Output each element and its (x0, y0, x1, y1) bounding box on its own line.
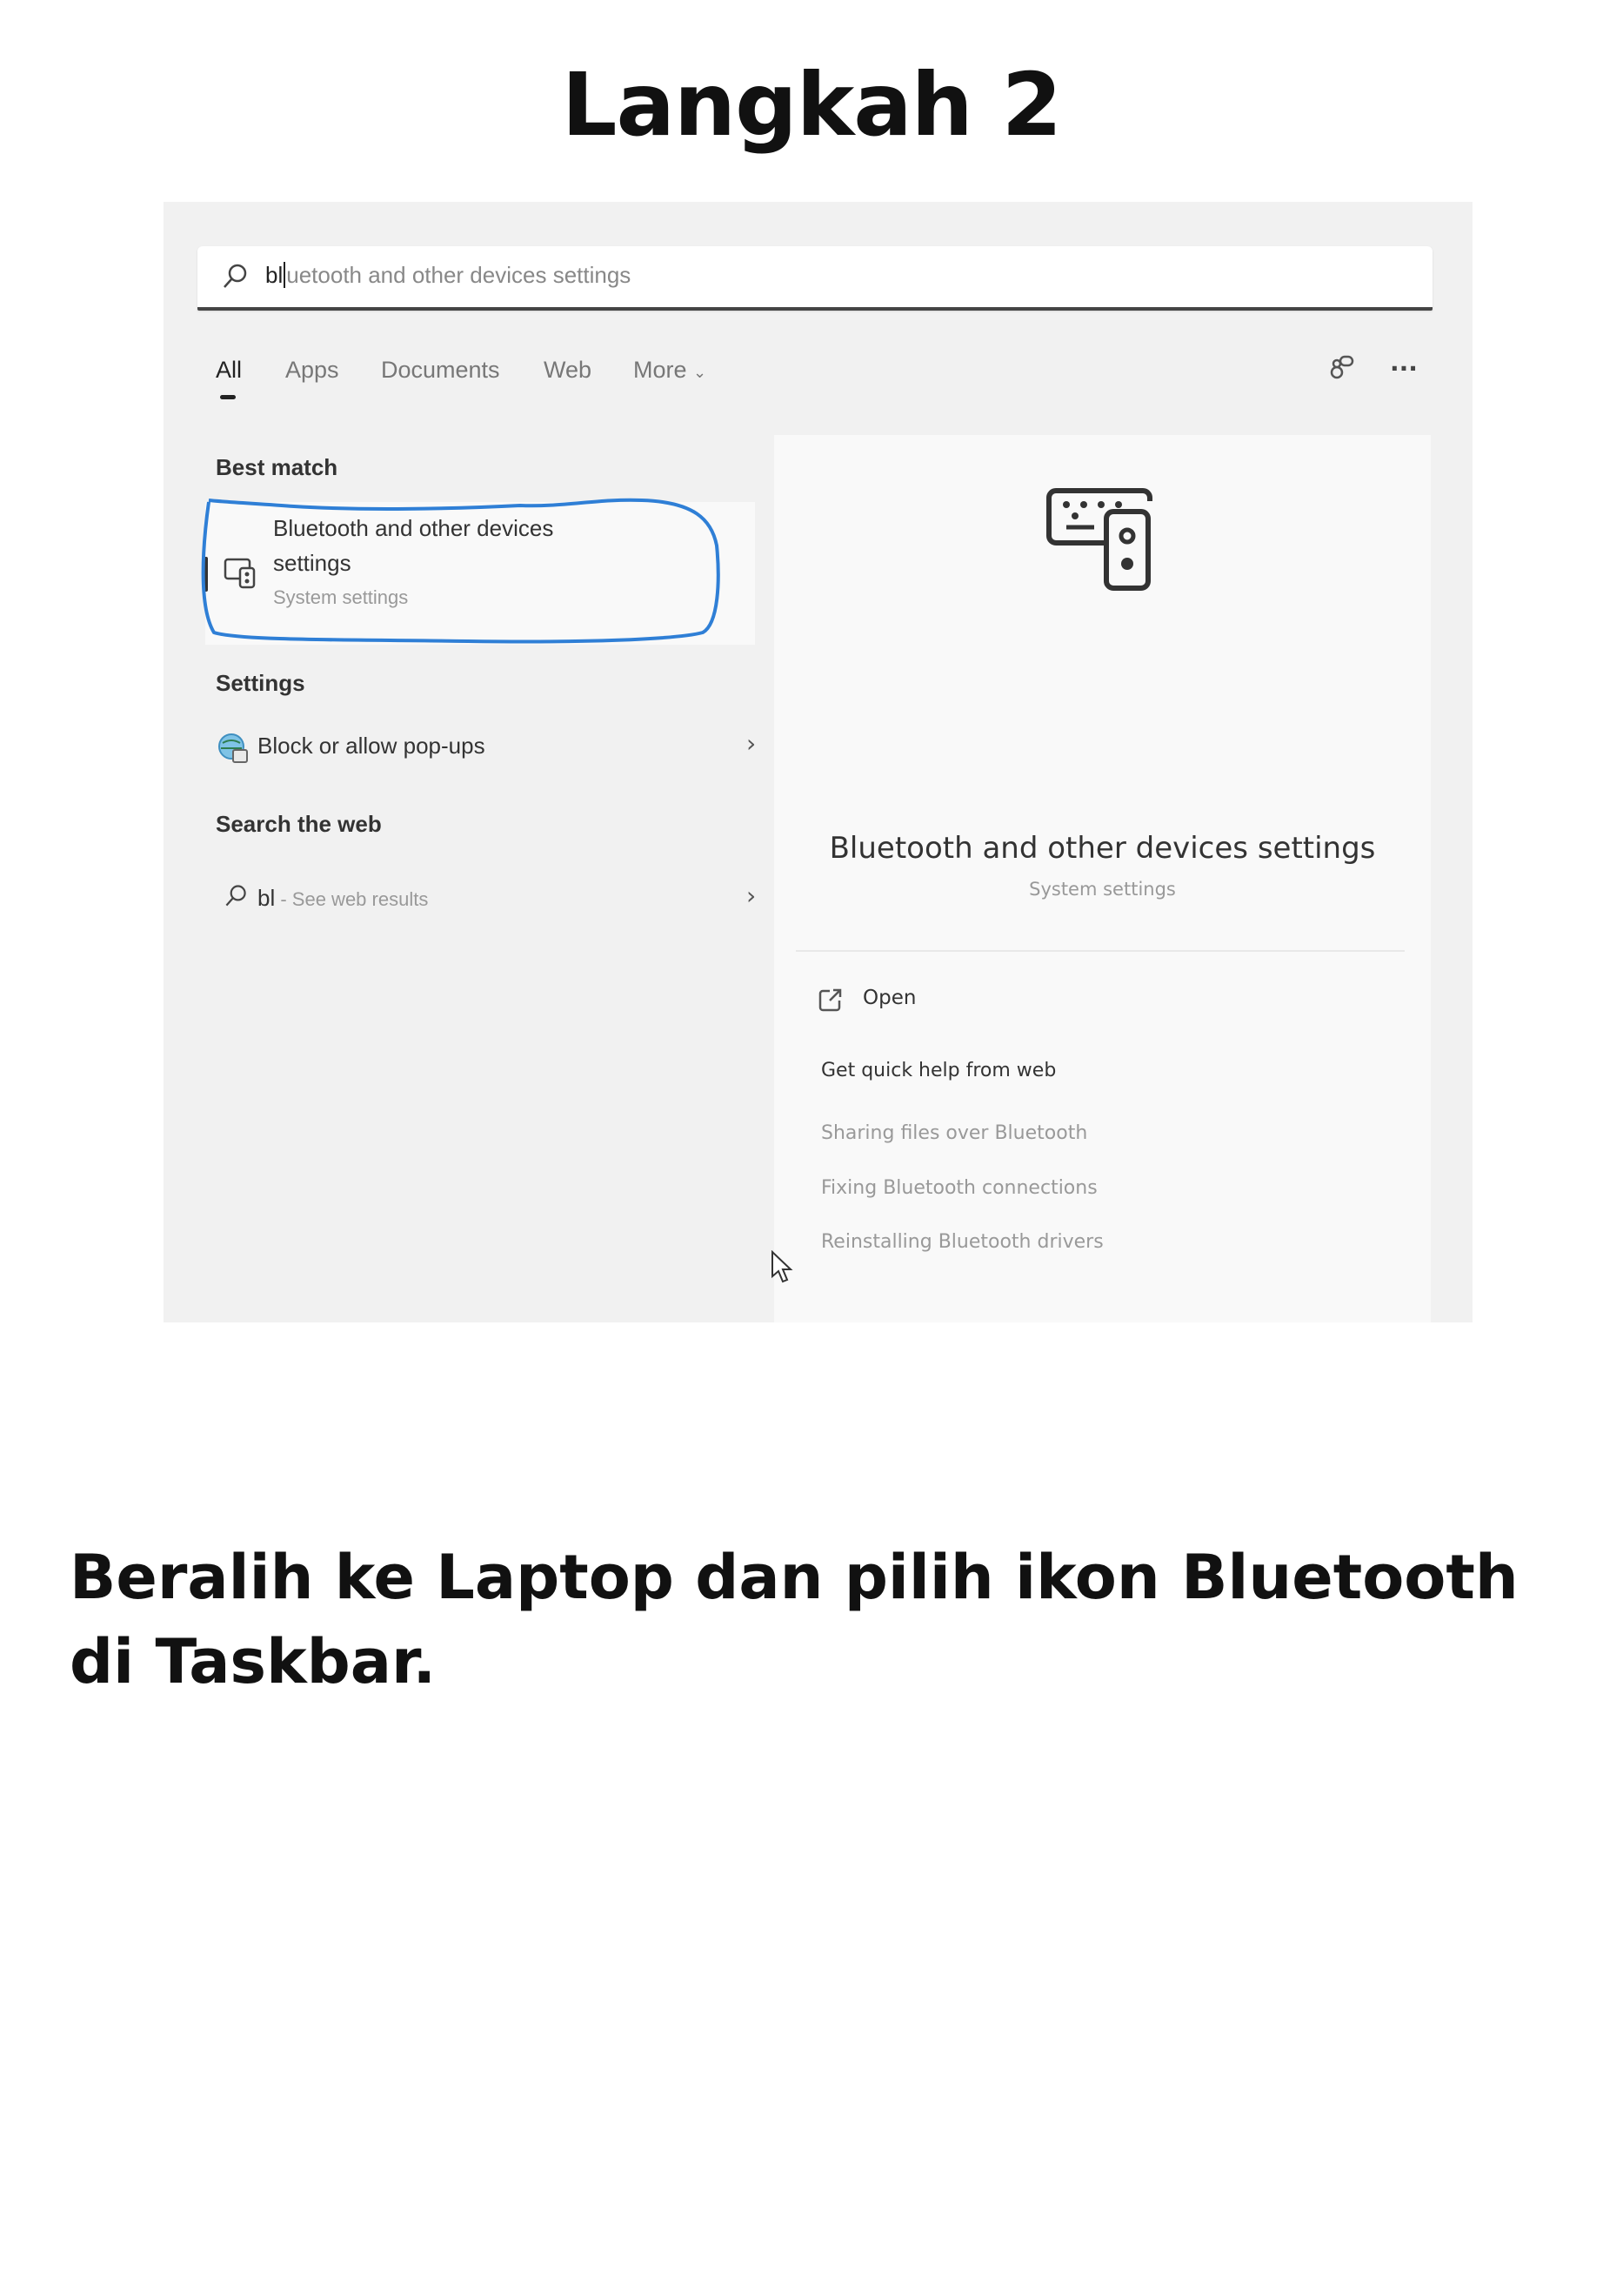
search-icon (225, 885, 246, 907)
share-icon[interactable] (1326, 351, 1358, 383)
help-link[interactable]: Reinstalling Bluetooth drivers (821, 1231, 1104, 1253)
devices-large-icon (1046, 488, 1152, 591)
chevron-down-icon: ⌄ (693, 364, 707, 381)
tab-web[interactable]: Web (544, 357, 591, 384)
chevron-right-icon: › (746, 881, 757, 910)
active-tab-indicator (220, 395, 236, 399)
preview-title: Bluetooth and other devices settings (829, 831, 1376, 866)
tab-all[interactable]: All (216, 357, 242, 384)
best-match-header: Best match (216, 454, 338, 480)
web-query: bl (257, 885, 276, 911)
help-link[interactable]: Sharing files over Bluetooth (821, 1122, 1087, 1144)
divider (796, 950, 1405, 952)
text-caret (284, 262, 286, 288)
settings-item-block-popups[interactable]: Block or allow pop-ups › (207, 724, 764, 767)
settings-header: Settings (216, 670, 305, 696)
search-icon (224, 264, 247, 288)
search-value: bl uetooth and other devices settings (265, 262, 631, 288)
search-screenshot: bl uetooth and other devices settings All… (164, 202, 1473, 1322)
search-web-header: Search the web (216, 811, 382, 837)
instruction-text: Beralih ke Laptop dan pilih ikon Bluetoo… (70, 1542, 1519, 1697)
web-search-item[interactable]: bl - See web results › (207, 876, 764, 920)
search-input[interactable]: bl uetooth and other devices settings (197, 246, 1433, 311)
help-link[interactable]: Fixing Bluetooth connections (821, 1177, 1098, 1199)
tab-more[interactable]: More ⌄ (633, 357, 706, 384)
preview-subtitle: System settings (1029, 879, 1176, 900)
more-options-button[interactable]: ... (1390, 348, 1418, 377)
hand-drawn-highlight-circle (201, 498, 720, 644)
page-title: Langkah 2 (561, 54, 1063, 156)
preview-panel: Bluetooth and other devices settings Sys… (774, 435, 1431, 1322)
open-label: Open (863, 987, 917, 1009)
globe-settings-icon (218, 733, 248, 763)
mouse-cursor-icon (771, 1250, 793, 1283)
quick-help-header: Get quick help from web (821, 1060, 1057, 1081)
tab-documents[interactable]: Documents (381, 357, 500, 384)
settings-item-label: Block or allow pop-ups (257, 733, 485, 759)
open-button[interactable]: Open (809, 983, 983, 1018)
chevron-right-icon: › (746, 729, 757, 758)
web-suffix: - See web results (275, 888, 429, 910)
open-external-icon (818, 988, 842, 1012)
tab-apps[interactable]: Apps (285, 357, 339, 384)
